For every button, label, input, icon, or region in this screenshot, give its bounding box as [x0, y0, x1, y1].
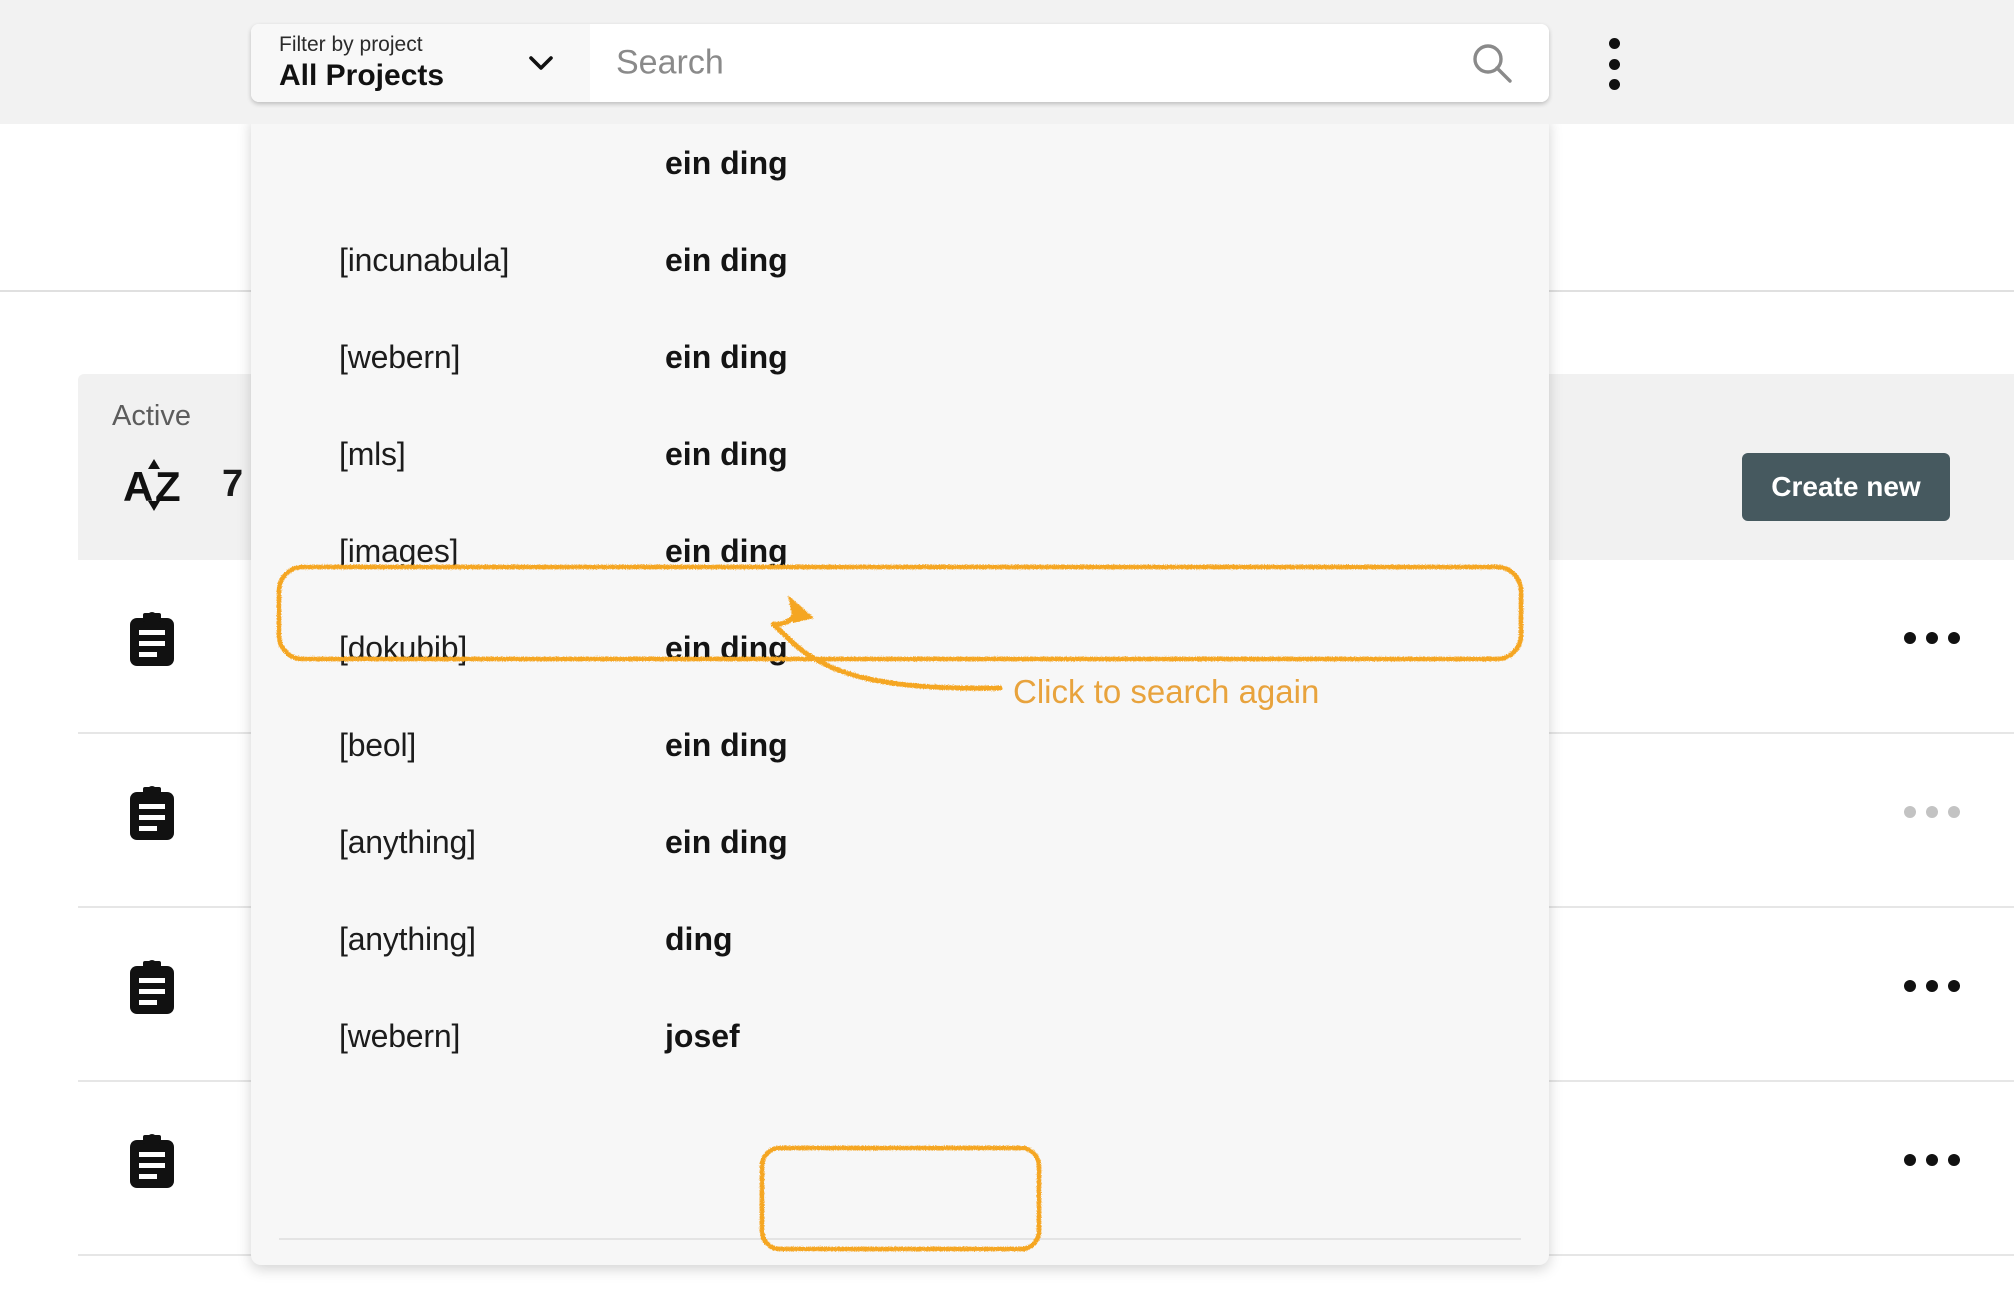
history-item-project: [beol]	[339, 727, 417, 763]
history-item[interactable]: [anything] ein ding	[251, 794, 1549, 891]
project-filter-label: Filter by project	[279, 33, 423, 56]
history-item[interactable]: [mls] ein ding	[251, 406, 1549, 503]
history-item[interactable]: ein ding	[251, 115, 1549, 212]
row-menu-icon[interactable]	[1904, 1154, 1960, 1166]
history-item-term: josef	[665, 1018, 740, 1054]
project-filter-value: All Projects	[279, 59, 445, 92]
history-item[interactable]: [anything] ding	[251, 891, 1549, 988]
top-overflow-menu-icon[interactable]	[1597, 38, 1631, 90]
history-item[interactable]: [incunabula] ein ding	[251, 212, 1549, 309]
project-filter-select[interactable]: Filter by project All Projects	[251, 24, 590, 102]
history-item-term: ein ding	[665, 339, 788, 375]
history-item-term: ein ding	[665, 533, 788, 569]
clear-list-button[interactable]: Clear list	[762, 1254, 1038, 1265]
search-bar: Filter by project All Projects Search	[251, 24, 1549, 102]
history-item-term: ein ding	[665, 630, 788, 666]
history-item[interactable]: [webern] ein ding	[251, 309, 1549, 406]
history-item-term: ein ding	[665, 824, 788, 860]
chevron-down-icon	[529, 56, 553, 70]
history-item-term: ein ding	[665, 145, 788, 181]
toolbar-active-label: Active	[112, 400, 191, 432]
svg-text:A: A	[123, 463, 153, 510]
history-item[interactable]: [beol] ein ding	[251, 697, 1549, 794]
search-icon[interactable]	[1470, 41, 1514, 85]
clipboard-icon	[130, 612, 174, 666]
history-item-term: ein ding	[665, 727, 788, 763]
clipboard-icon	[130, 960, 174, 1014]
history-item[interactable]: [webern] josef	[251, 988, 1549, 1085]
row-menu-icon[interactable]	[1904, 980, 1960, 992]
search-history-dropdown: ein ding [incunabula] ein ding [webern] …	[251, 115, 1549, 1265]
toolbar-count: 7	[222, 463, 244, 505]
dropdown-footer: Clear list	[251, 1240, 1549, 1265]
row-menu-icon[interactable]	[1904, 806, 1960, 818]
search-input[interactable]: Search	[590, 44, 724, 83]
history-item-project: [webern]	[339, 1018, 461, 1054]
clipboard-icon	[130, 1134, 174, 1188]
history-item-project: [dokubib]	[339, 630, 468, 666]
history-item-project: [anything]	[339, 921, 476, 957]
svg-text:Z: Z	[155, 463, 181, 510]
create-new-button[interactable]: Create new	[1742, 453, 1950, 521]
history-item-project: [incunabula]	[339, 242, 510, 278]
history-item-project: [images]	[339, 533, 459, 569]
history-item-term: ein ding	[665, 436, 788, 472]
clipboard-icon	[130, 786, 174, 840]
search-history-list: ein ding [incunabula] ein ding [webern] …	[251, 115, 1549, 1085]
history-item-term: ding	[665, 921, 733, 957]
sort-az-icon[interactable]: A Z	[123, 455, 185, 515]
row-menu-icon[interactable]	[1904, 632, 1960, 644]
history-item-project: [webern]	[339, 339, 461, 375]
history-item-project: [anything]	[339, 824, 476, 860]
history-item-term: ein ding	[665, 242, 788, 278]
history-item-highlighted[interactable]: [images] ein ding	[251, 503, 1549, 600]
history-item[interactable]: [dokubib] ein ding	[251, 600, 1549, 697]
history-item-project: [mls]	[339, 436, 406, 472]
annotation-label: Click to search again	[1013, 673, 1320, 710]
search-input-area[interactable]: Search	[590, 24, 1549, 102]
